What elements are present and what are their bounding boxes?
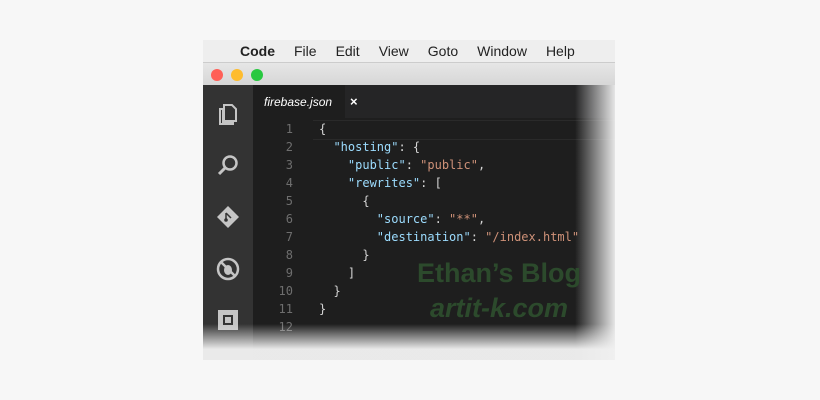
punctuation: , xyxy=(477,158,486,172)
punctuation: : xyxy=(405,158,421,172)
watermark-title: Ethan’s Blog xyxy=(416,258,581,288)
punctuation: { xyxy=(319,122,327,136)
punctuation: } xyxy=(319,302,327,316)
punctuation: , xyxy=(477,212,486,226)
line-number: 8 xyxy=(285,248,293,262)
watermark-url: artit-k.com xyxy=(429,293,569,323)
punctuation xyxy=(319,158,348,172)
code-text: "source": "**", xyxy=(319,210,485,228)
menu-view[interactable]: View xyxy=(379,43,409,59)
code-text: { xyxy=(319,120,326,138)
title-bar xyxy=(203,62,615,86)
punctuation: : xyxy=(434,212,450,226)
line-number: 6 xyxy=(285,212,293,226)
menu-window[interactable]: Window xyxy=(477,43,527,59)
punctuation: : { xyxy=(398,140,421,154)
punctuation: ] xyxy=(319,266,356,280)
menu-edit[interactable]: Edit xyxy=(336,43,360,59)
activity-bar xyxy=(203,85,253,360)
line-number: 4 xyxy=(285,176,293,190)
watermark: Ethan’s Blog artit-k.com xyxy=(411,258,587,323)
punctuation: : [ xyxy=(420,176,442,190)
punctuation: } xyxy=(319,248,370,262)
code-text: "destination": "/index.html" xyxy=(319,228,579,246)
menu-goto[interactable]: Goto xyxy=(428,43,458,59)
minimize-window-button[interactable] xyxy=(231,69,243,81)
punctuation: } xyxy=(319,284,341,298)
code-text: "rewrites": [ xyxy=(319,174,442,192)
debug-icon[interactable] xyxy=(216,257,240,281)
punctuation xyxy=(319,212,377,226)
code-text: ] xyxy=(319,264,355,282)
code-text: } xyxy=(319,246,370,264)
line-number: 10 xyxy=(278,284,293,298)
menu-help[interactable]: Help xyxy=(546,43,575,59)
punctuation xyxy=(319,230,377,244)
line-number: 11 xyxy=(278,302,293,316)
shadow-fade-bottom xyxy=(203,324,615,360)
line-number: 7 xyxy=(285,230,293,244)
maximize-window-button[interactable] xyxy=(251,69,263,81)
json-key: "public" xyxy=(347,158,406,172)
source-control-icon[interactable] xyxy=(216,205,240,229)
json-key: "source" xyxy=(376,212,435,226)
punctuation: : xyxy=(470,230,486,244)
tab-firebase-json[interactable]: firebase.json × xyxy=(253,85,358,118)
json-string: "**" xyxy=(449,212,478,226)
json-key: "destination" xyxy=(376,230,471,244)
code-text: } xyxy=(319,300,326,318)
close-window-button[interactable] xyxy=(211,69,223,81)
punctuation xyxy=(319,140,333,154)
menu-bar: Code File Edit View Goto Window Help xyxy=(203,40,615,62)
vscode-window: Code File Edit View Goto Window Help fir… xyxy=(203,40,615,360)
line-number: 9 xyxy=(285,266,293,280)
tab-bar: firebase.json × xyxy=(253,85,615,118)
json-string: "/index.html" xyxy=(485,230,580,244)
line-number: 2 xyxy=(285,140,293,154)
json-string: "public" xyxy=(420,158,478,172)
code-text: } xyxy=(319,282,341,300)
code-text: "hosting": { xyxy=(319,138,420,156)
menu-app-code[interactable]: Code xyxy=(240,43,275,59)
json-key: "rewrites" xyxy=(347,176,421,190)
menu-file[interactable]: File xyxy=(294,43,317,59)
code-text: { xyxy=(319,192,370,210)
close-tab-icon[interactable]: × xyxy=(350,94,358,109)
punctuation: { xyxy=(319,194,370,208)
json-key: "hosting" xyxy=(333,140,399,154)
line-number: 5 xyxy=(285,194,293,208)
line-number: 3 xyxy=(285,158,293,172)
code-text: "public": "public", xyxy=(319,156,485,174)
tab-label: firebase.json xyxy=(264,94,333,109)
punctuation xyxy=(319,176,348,190)
explorer-icon[interactable] xyxy=(216,102,240,126)
search-icon[interactable] xyxy=(216,153,240,177)
line-number: 1 xyxy=(285,122,293,136)
current-line-highlight xyxy=(313,120,615,140)
